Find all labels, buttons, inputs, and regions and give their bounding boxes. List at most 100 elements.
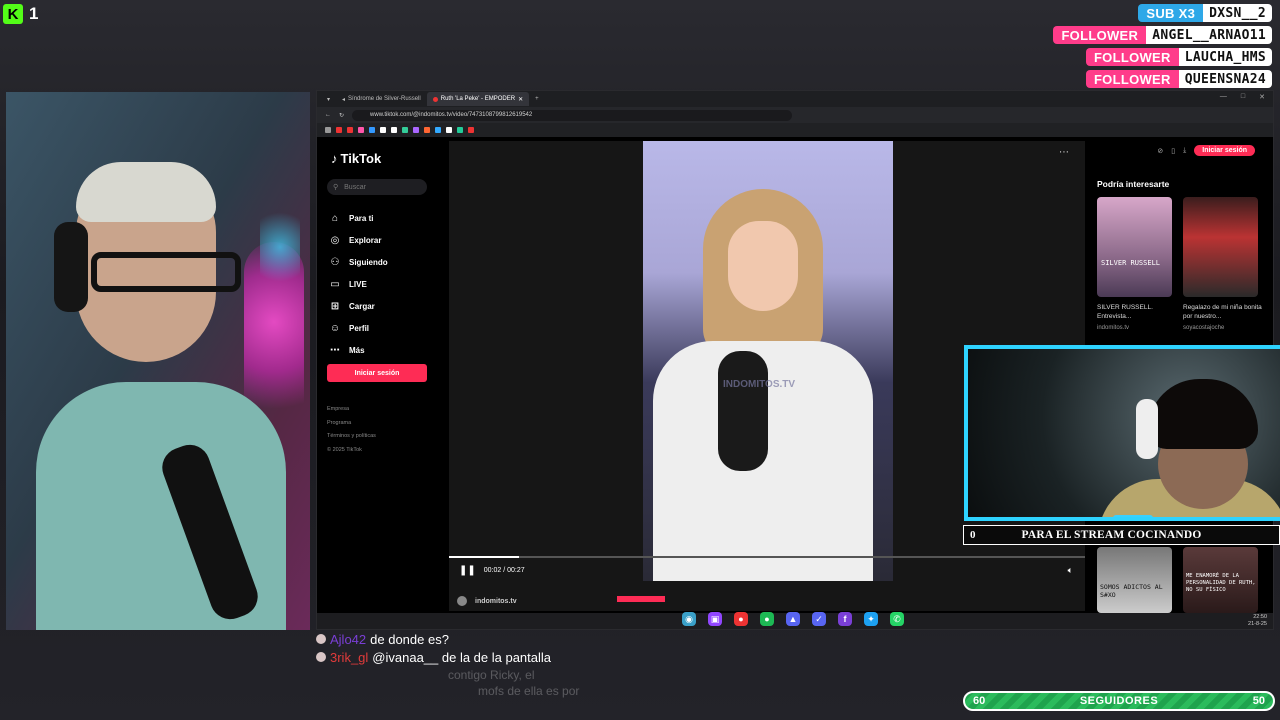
minimize-icon[interactable]: —: [1220, 93, 1227, 101]
alert-tag: SUB X3: [1138, 4, 1204, 22]
discord2-icon[interactable]: ▲: [786, 612, 800, 626]
whatsapp-icon[interactable]: ✆: [890, 612, 904, 626]
pause-icon[interactable]: ❚❚: [459, 565, 476, 576]
volume-icon[interactable]: 🔈︎: [1068, 565, 1073, 576]
back-icon[interactable]: ←: [325, 112, 331, 118]
follow-button[interactable]: [617, 596, 665, 602]
clock: 22:50 21-8-25: [1248, 614, 1267, 628]
footer-link[interactable]: Términos y políticas: [327, 430, 376, 444]
settings-icon[interactable]: ⊘: [1157, 147, 1163, 155]
kick-logo-icon: K: [3, 4, 23, 24]
spotify-icon[interactable]: ●: [760, 612, 774, 626]
bookmark-icon[interactable]: [446, 127, 452, 133]
bookmarks-bar: [317, 123, 1273, 137]
reload-icon[interactable]: ↻: [339, 112, 344, 119]
kick-icon[interactable]: ●: [734, 612, 748, 626]
alert-follower: FOLLOWER QUEENSNA24: [1085, 70, 1272, 88]
nav-item-explorar[interactable]: ◎ Explorar: [329, 229, 388, 251]
footer-link[interactable]: Empresa: [327, 403, 376, 417]
maximize-icon[interactable]: □: [1241, 93, 1245, 101]
bookmark-icon[interactable]: [391, 127, 397, 133]
avatar: [457, 596, 467, 606]
alert-name: LAUCHA_HMS: [1178, 48, 1272, 66]
video-time: 00:02 / 00:27: [483, 567, 525, 574]
nav-item-cargar[interactable]: ⊞ Cargar: [329, 295, 388, 317]
headphone-icon: [54, 222, 88, 312]
url-field[interactable]: www.tiktok.com/@indomitos.tv/video/74731…: [352, 109, 793, 121]
nav-item-live[interactable]: ▭ LIVE: [329, 273, 388, 295]
suggestion-thumbnail[interactable]: SILVER RUSSELL: [1097, 197, 1172, 297]
nav-item-mas[interactable]: ⋯ Más: [329, 339, 388, 361]
search-input[interactable]: ⚲ Buscar: [327, 179, 427, 195]
close-window-icon[interactable]: ✕: [1259, 93, 1265, 101]
more-options-icon[interactable]: ⋯: [1059, 147, 1069, 158]
viewer-count: 1: [29, 4, 39, 23]
bookmark-icon[interactable]: [358, 127, 364, 133]
bookmark-icon[interactable]: [457, 127, 463, 133]
bookmark-icon[interactable]: [402, 127, 408, 133]
suggestion-thumbnail[interactable]: [1183, 197, 1258, 297]
social-icon-strip: ◉ ▣ ● ● ▲ ✓ f ✦ ✆: [682, 612, 904, 626]
tab-menu[interactable]: ▾: [321, 92, 336, 106]
bookmark-icon[interactable]: [424, 127, 430, 133]
bookmark-icon[interactable]: [369, 127, 375, 133]
download-icon[interactable]: ⤓: [1183, 147, 1186, 155]
bookmark-icon[interactable]: [435, 127, 441, 133]
goal-current: 60: [973, 695, 986, 707]
new-tab-button[interactable]: +: [529, 92, 545, 106]
bookmark-icon[interactable]: [336, 127, 342, 133]
twitter-icon[interactable]: ✦: [864, 612, 878, 626]
video-author[interactable]: indomitos.tv: [457, 596, 517, 606]
nav-item-siguiendo[interactable]: ⚇ Siguiendo: [329, 251, 388, 273]
guest-count: 0: [970, 529, 976, 541]
cam-glow-bar: [1113, 515, 1153, 517]
footer-link[interactable]: Programa: [327, 417, 376, 431]
header-login-button[interactable]: Iniciar sesión: [1194, 145, 1255, 156]
headphone-icon: [1136, 399, 1158, 459]
goal-target: 50: [1252, 695, 1265, 707]
bookmark-icon[interactable]: [380, 127, 386, 133]
guest-webcam: [964, 345, 1280, 521]
video-progress-bar[interactable]: [449, 556, 1085, 558]
alert-name: ANGEL__ARNAO11: [1146, 26, 1272, 44]
streamer-figure: [36, 162, 286, 630]
profile-icon: ☺: [329, 322, 341, 334]
nav-item-perfil[interactable]: ☺ Perfil: [329, 317, 388, 339]
alert-tag: FOLLOWER: [1085, 48, 1179, 66]
bookmark-icon[interactable]: [413, 127, 419, 133]
chat-message: 3rik_gl @ivanaa__ de la de la pantalla: [316, 648, 836, 666]
tiktok-logo[interactable]: ♪ TikTok: [331, 151, 381, 166]
suggestion-author[interactable]: soyacostajoche: [1183, 325, 1224, 331]
check-icon[interactable]: ✓: [812, 612, 826, 626]
alert-name: DXSN__2: [1203, 4, 1272, 22]
suggestion-thumbnail[interactable]: ME ENAMORÉ DE LA PERSONALIDAD DE RUTH, N…: [1183, 547, 1258, 613]
close-tab-icon[interactable]: ✕: [518, 96, 523, 103]
video-subject-face: [728, 221, 798, 311]
clock-date: 21-8-25: [1248, 621, 1267, 627]
device-icon[interactable]: ▯: [1171, 147, 1175, 155]
more-icon: ⋯: [330, 344, 340, 356]
chevron-down-icon: ▾: [327, 96, 331, 103]
nav-label: LIVE: [349, 279, 367, 289]
bookmark-icon[interactable]: [325, 127, 331, 133]
discord-icon[interactable]: ◉: [682, 612, 696, 626]
nav-item-para-ti[interactable]: ⌂ Para ti: [329, 207, 388, 229]
bookmark-icon[interactable]: [347, 127, 353, 133]
suggestion-author[interactable]: indomitos.tv: [1097, 325, 1129, 331]
tab-label: Ruth 'La Peke' - EMPODER: [440, 96, 516, 102]
tab-silver-russell[interactable]: ◂ Síndrome de Silver-Russell: [336, 92, 427, 106]
video-frame[interactable]: INDOMITOS.TV: [643, 141, 893, 581]
tab-ruth[interactable]: Ruth 'La Peke' - EMPODER ✕: [426, 92, 530, 106]
chat-message: Ajlo42 de donde es?: [316, 630, 836, 648]
login-button[interactable]: Iniciar sesión: [327, 364, 427, 382]
thumbnail-overlay-text: ME ENAMORÉ DE LA PERSONALIDAD DE RUTH, N…: [1186, 573, 1256, 593]
suggestion-thumbnail[interactable]: SOMOS ADICTOS AL S#XO: [1097, 547, 1172, 613]
suggestion-caption[interactable]: Regalazo de mi niña bonita por nuestro..…: [1183, 303, 1263, 321]
thumbnail-overlay-text: SOMOS ADICTOS AL S#XO: [1100, 583, 1163, 599]
chat-faded-text: mofs de ella es por: [478, 684, 580, 698]
twitch-icon[interactable]: ▣: [708, 612, 722, 626]
suggestion-caption[interactable]: SILVER RUSSELL. Entrevista...: [1097, 303, 1177, 321]
tab-favicon-icon: ◂: [342, 96, 346, 103]
facebook-icon[interactable]: f: [838, 612, 852, 626]
bookmark-icon[interactable]: [468, 127, 474, 133]
